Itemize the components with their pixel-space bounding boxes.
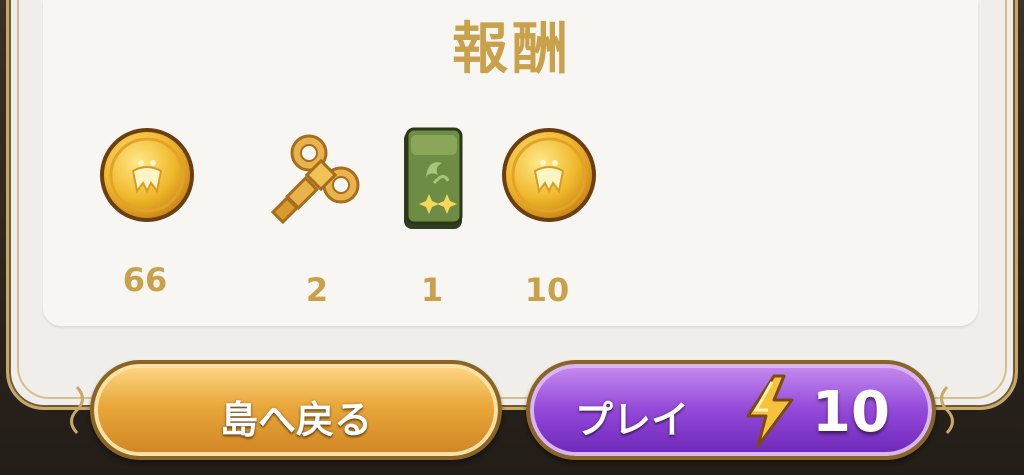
rewards-title: 報酬 xyxy=(452,17,572,82)
play-button-label: プレイ xyxy=(575,398,690,442)
green-card-pack-icon xyxy=(404,127,463,229)
reward-item-coin: 66 xyxy=(90,125,200,315)
play-energy-cost: 10 xyxy=(812,380,890,445)
gold-coin-icon xyxy=(100,128,194,222)
ornament-icon xyxy=(70,385,84,435)
reward-item-coin: 10 xyxy=(492,125,602,315)
reward-amount: 2 xyxy=(305,271,329,309)
back-to-island-button[interactable]: 島へ戻る xyxy=(90,360,502,460)
reward-amount: 1 xyxy=(420,271,444,309)
reward-item-key: 2 xyxy=(262,125,372,315)
reward-amount: 66 xyxy=(122,261,168,299)
back-button-label: 島へ戻る xyxy=(219,398,372,442)
wind-up-key-icon xyxy=(270,134,360,225)
reward-item-card-pack: 1 xyxy=(377,125,487,315)
play-button[interactable]: プレイ 10 xyxy=(526,360,936,460)
ornament-icon xyxy=(940,385,954,435)
gold-coin-icon xyxy=(502,128,596,222)
reward-amount: 10 xyxy=(524,271,570,309)
lightning-bolt-icon xyxy=(746,374,794,448)
